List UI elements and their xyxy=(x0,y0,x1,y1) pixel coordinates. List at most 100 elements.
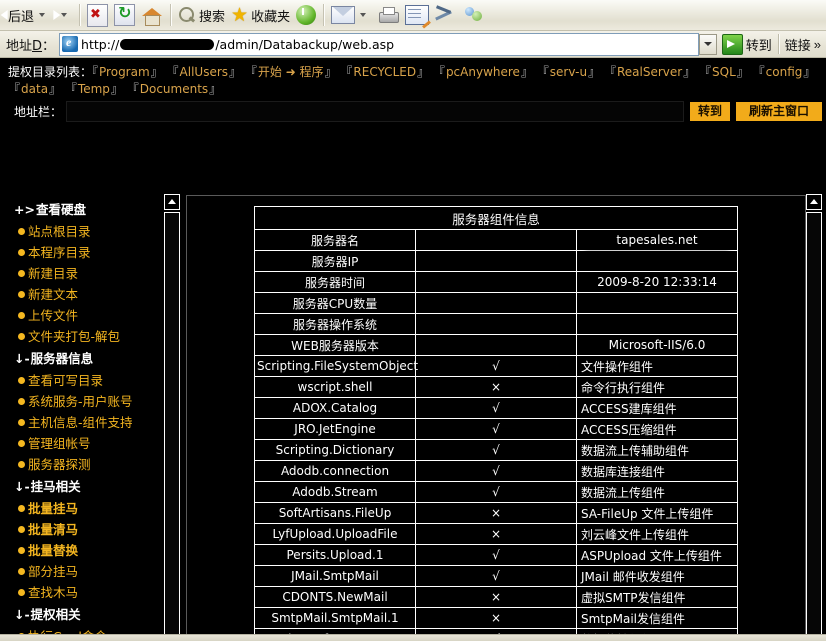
sidebar-item-label: 文件夹打包-解包 xyxy=(28,329,120,344)
dir-link-5[interactable]: serv-u xyxy=(550,65,587,79)
sidebar-item-label: 上传文件 xyxy=(28,308,78,323)
dir-link-0[interactable]: Program xyxy=(99,65,150,79)
address-input[interactable]: http:///admin/Databackup/web.asp xyxy=(59,33,699,56)
links-button[interactable]: 链接 xyxy=(785,35,811,54)
toolbar-overflow-icon[interactable]: » xyxy=(814,37,821,52)
messenger-icon xyxy=(463,6,485,25)
bracket-close: 』 xyxy=(803,65,815,79)
edit-button[interactable] xyxy=(402,2,432,28)
bracket-open: 『 xyxy=(537,65,549,79)
bullet-icon xyxy=(18,440,25,447)
forward-dropdown-icon[interactable] xyxy=(61,13,67,17)
sidebar-nav: +>查看硬盘站点根目录本程序目录新建目录新建文本上传文件文件夹打包-解包↓-服务… xyxy=(0,189,180,641)
info-row-name: WEB服务器版本 xyxy=(255,335,416,356)
component-desc: ACCESS建库组件 xyxy=(577,398,738,419)
table-row: WEB服务器版本Microsoft-IIS/6.0 xyxy=(255,335,738,356)
table-header-row: 服务器组件信息 xyxy=(255,207,738,230)
table-row: Adodb.Stream√数据流上传组件 xyxy=(255,482,738,503)
search-icon xyxy=(178,6,196,24)
bracket-open: 『 xyxy=(245,65,257,79)
dir-link-6[interactable]: RealServer xyxy=(617,65,682,79)
forward-button[interactable] xyxy=(53,2,75,28)
sidebar-item-label: 本程序目录 xyxy=(28,245,91,260)
go-button[interactable]: 转到 xyxy=(722,34,772,55)
sidebar-item-0-1[interactable]: 本程序目录 xyxy=(0,241,180,262)
component-name: Scripting.Dictionary xyxy=(255,440,416,461)
back-button[interactable]: 后退 xyxy=(2,2,53,28)
address-divider xyxy=(778,34,779,54)
sidebar-item-1-2[interactable]: 主机信息-组件支持 xyxy=(0,411,180,432)
bracket-open: 『 xyxy=(340,65,352,79)
dir-link-1[interactable]: AllUsers xyxy=(180,65,228,79)
component-name: Adodb.Stream xyxy=(255,482,416,503)
dir-link-4[interactable]: pcAnywhere xyxy=(446,65,520,79)
favorites-button[interactable]: ★ 收藏夹 xyxy=(228,2,293,28)
sidebar-item-1-0[interactable]: 查看可写目录 xyxy=(0,369,180,390)
scroll-thumb-right[interactable] xyxy=(806,212,822,641)
sidebar-group-3: ↓-提权相关 xyxy=(0,602,180,625)
address-dropdown-icon[interactable] xyxy=(699,34,717,55)
dir-link-11[interactable]: Documents xyxy=(140,82,208,96)
sidebar-item-label: 批量挂马 xyxy=(28,501,78,516)
search-button[interactable]: 搜索 xyxy=(175,2,228,28)
refresh-button[interactable] xyxy=(111,2,138,28)
sidebar-item-1-4[interactable]: 服务器探测 xyxy=(0,453,180,474)
sidebar-item-0-2[interactable]: 新建目录 xyxy=(0,262,180,283)
discuss-button[interactable] xyxy=(432,2,460,28)
sidebar-item-label: 查看可写目录 xyxy=(28,373,103,388)
table-row: CDONTS.NewMail×虚拟SMTP发信组件 xyxy=(255,587,738,608)
bullet-icon xyxy=(18,461,25,468)
check-icon: √ xyxy=(416,545,577,566)
sidebar-item-0-4[interactable]: 上传文件 xyxy=(0,304,180,325)
right-frame: 服务器组件信息服务器名tapesales.net服务器IP服务器时间2009-8… xyxy=(186,195,806,641)
home-button[interactable] xyxy=(138,2,166,28)
sidebar-group-0: +>查看硬盘 xyxy=(0,197,180,220)
cross-icon: × xyxy=(416,377,577,398)
dir-link-8[interactable]: config xyxy=(766,65,803,79)
dir-link-7[interactable]: SQL xyxy=(712,65,736,79)
sidebar-item-0-0[interactable]: 站点根目录 xyxy=(0,220,180,241)
component-name: SoftArtisans.FileUp xyxy=(255,503,416,524)
refresh-main-window-button[interactable]: 刷新主窗口 xyxy=(736,102,822,121)
bullet-icon xyxy=(18,589,25,596)
messenger-button[interactable] xyxy=(460,2,488,28)
dir-link-10[interactable]: Temp xyxy=(78,82,110,96)
scroll-up-button-left[interactable] xyxy=(164,194,180,210)
sidebar-group-title: 挂马相关 xyxy=(31,479,81,494)
sidebar-item-2-2[interactable]: 批量替换 xyxy=(0,539,180,560)
right-frame-scrollbar[interactable] xyxy=(806,194,822,641)
mail-button[interactable] xyxy=(328,2,374,28)
sidebar-item-0-5[interactable]: 文件夹打包-解包 xyxy=(0,325,180,346)
mail-dropdown-icon[interactable] xyxy=(360,13,366,17)
sidebar-item-1-3[interactable]: 管理组帐号 xyxy=(0,432,180,453)
table-row: 服务器操作系统 xyxy=(255,314,738,335)
scroll-up-button-right[interactable] xyxy=(806,194,822,210)
redacted-host xyxy=(120,39,214,50)
left-frame-scrollbar[interactable] xyxy=(164,194,180,641)
history-button[interactable] xyxy=(293,2,319,28)
sidebar-item-label: 主机信息-组件支持 xyxy=(28,415,133,430)
scroll-thumb-left[interactable] xyxy=(164,212,180,641)
bracket-close: 』 xyxy=(417,65,429,79)
component-desc: 数据流上传辅助组件 xyxy=(577,440,738,461)
sidebar-item-label: 站点根目录 xyxy=(28,224,91,239)
back-dropdown-icon[interactable] xyxy=(39,13,45,17)
dir-link-3[interactable]: RECYCLED xyxy=(353,65,416,79)
edit-icon xyxy=(405,5,429,25)
print-button[interactable] xyxy=(374,2,402,28)
sidebar-item-0-3[interactable]: 新建文本 xyxy=(0,283,180,304)
sidebar-item-2-0[interactable]: 批量挂马 xyxy=(0,497,180,518)
sidebar-item-2-3[interactable]: 部分挂马 xyxy=(0,560,180,581)
path-input[interactable] xyxy=(66,101,684,122)
stop-button[interactable] xyxy=(84,2,111,28)
path-go-button[interactable]: 转到 xyxy=(690,102,730,121)
sidebar-item-1-1[interactable]: 系统服务-用户账号 xyxy=(0,390,180,411)
dir-link-2[interactable]: 开始 ➜ 程序 xyxy=(258,65,324,79)
dir-link-9[interactable]: data xyxy=(21,82,48,96)
sidebar-item-2-1[interactable]: 批量清马 xyxy=(0,518,180,539)
sidebar-group-title: 提权相关 xyxy=(31,607,81,622)
component-name: LyfUpload.UploadFile xyxy=(255,524,416,545)
sidebar-item-2-4[interactable]: 查找木马 xyxy=(0,581,180,602)
info-row-value xyxy=(577,293,738,314)
bracket-open: 『 xyxy=(167,65,179,79)
